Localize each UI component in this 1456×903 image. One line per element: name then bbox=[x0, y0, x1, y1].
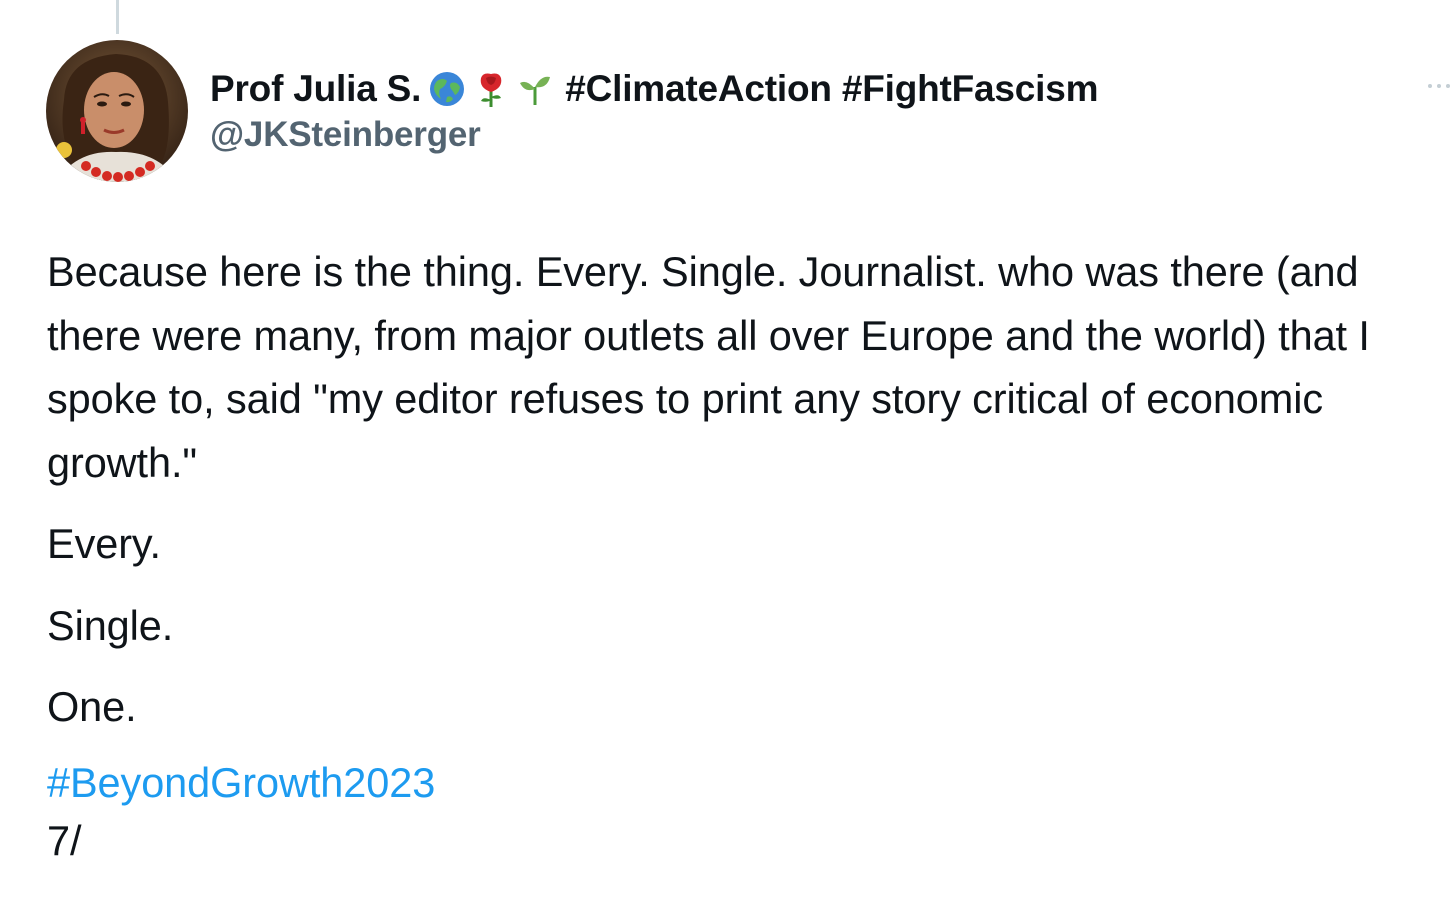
bio-hashtags: #ClimateAction #FightFascism bbox=[565, 68, 1099, 109]
display-name[interactable]: Prof Julia S. #ClimateAction #FightFasci… bbox=[210, 66, 1099, 112]
author-handle[interactable]: @JKSteinberger bbox=[210, 115, 481, 155]
globe-emoji-icon bbox=[429, 71, 465, 107]
tweet-paragraph: Because here is the thing. Every. Single… bbox=[47, 248, 1370, 486]
tweet-text: Because here is the thing. Every. Single… bbox=[47, 240, 1447, 873]
tweet-line-one: One. bbox=[47, 683, 137, 730]
hashtag-link[interactable]: #BeyondGrowth2023 bbox=[47, 757, 1447, 809]
author-name: Prof Julia S. bbox=[210, 68, 422, 109]
avatar[interactable] bbox=[46, 40, 188, 182]
seedling-emoji-icon bbox=[517, 71, 553, 107]
tweet-line-single: Single. bbox=[47, 601, 174, 649]
thread-connector-line bbox=[116, 0, 119, 34]
thread-number: 7/ bbox=[47, 816, 82, 864]
rose-emoji-icon bbox=[473, 70, 509, 108]
tweet-line-every: Every. bbox=[47, 520, 161, 567]
more-options-icon[interactable] bbox=[1424, 74, 1454, 98]
